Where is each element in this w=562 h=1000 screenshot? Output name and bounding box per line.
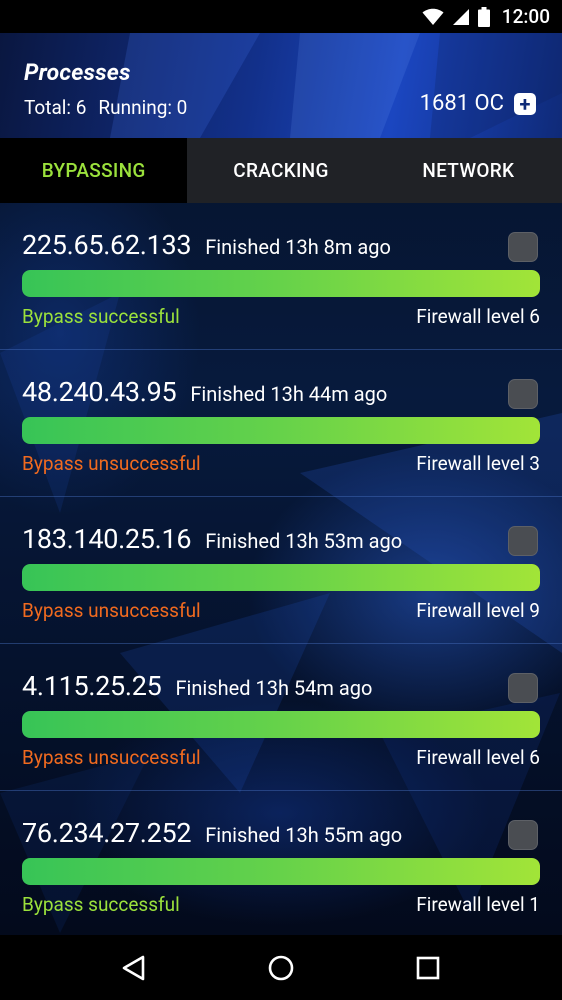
balance-value: 1681 OC bbox=[419, 91, 504, 116]
finished-time: Finished 13h 44m ago bbox=[190, 382, 388, 406]
app-content: Processes Total: 6 Running: 0 1681 OC + B… bbox=[0, 33, 562, 935]
status-bar: 12:00 bbox=[0, 0, 562, 33]
firewall-level: Firewall level 6 bbox=[416, 746, 540, 769]
row-header: 225.65.62.133 Finished 13h 8m ago bbox=[22, 229, 540, 263]
progress-bar bbox=[22, 270, 540, 297]
row-header: 4.115.25.25 Finished 13h 54m ago bbox=[22, 670, 540, 704]
tab-network[interactable]: NETWORK bbox=[375, 138, 562, 203]
progress-bar bbox=[22, 417, 540, 444]
progress-bar bbox=[22, 858, 540, 885]
plus-square-icon[interactable]: + bbox=[514, 92, 536, 115]
wifi-icon bbox=[422, 8, 444, 26]
finished-time: Finished 13h 53m ago bbox=[205, 529, 403, 553]
select-checkbox[interactable] bbox=[508, 526, 538, 556]
row-header: 76.234.27.252 Finished 13h 55m ago bbox=[22, 817, 540, 851]
bypass-status: Bypass unsuccessful bbox=[22, 452, 201, 475]
process-list: 225.65.62.133 Finished 13h 8m ago Bypass… bbox=[0, 203, 562, 935]
progress-fill bbox=[22, 858, 540, 885]
page-title: Processes bbox=[24, 59, 131, 86]
tab-cracking[interactable]: CRACKING bbox=[187, 138, 374, 203]
running-count: Running: 0 bbox=[98, 96, 188, 119]
total-count: Total: 6 bbox=[24, 96, 87, 119]
firewall-level: Firewall level 1 bbox=[416, 893, 540, 916]
ip-address: 48.240.43.95 bbox=[22, 376, 177, 408]
ip-address: 76.234.27.252 bbox=[22, 817, 192, 849]
row-header: 48.240.43.95 Finished 13h 44m ago bbox=[22, 376, 540, 410]
bypass-status: Bypass successful bbox=[22, 893, 180, 916]
finished-time: Finished 13h 8m ago bbox=[205, 235, 391, 259]
process-counts: Total: 6 Running: 0 bbox=[24, 96, 199, 119]
home-icon[interactable] bbox=[257, 944, 305, 992]
ip-address: 183.140.25.16 bbox=[22, 523, 192, 555]
ip-address: 4.115.25.25 bbox=[22, 670, 162, 702]
recents-icon[interactable] bbox=[404, 944, 452, 992]
balance: 1681 OC + bbox=[420, 91, 536, 116]
firewall-level: Firewall level 6 bbox=[416, 305, 540, 328]
tab-bar: BYPASSING CRACKING NETWORK bbox=[0, 138, 562, 203]
select-checkbox[interactable] bbox=[508, 820, 538, 850]
finished-time: Finished 13h 54m ago bbox=[175, 676, 373, 700]
firewall-level: Firewall level 3 bbox=[416, 452, 540, 475]
progress-bar bbox=[22, 564, 540, 591]
back-icon[interactable] bbox=[110, 944, 158, 992]
battery-icon bbox=[477, 6, 490, 27]
app-header: Processes Total: 6 Running: 0 1681 OC + bbox=[0, 33, 562, 138]
bypass-status: Bypass successful bbox=[22, 305, 180, 328]
progress-bar bbox=[22, 711, 540, 738]
select-checkbox[interactable] bbox=[508, 379, 538, 409]
progress-fill bbox=[22, 711, 540, 738]
system-nav-bar bbox=[0, 935, 562, 1000]
bypass-status: Bypass unsuccessful bbox=[22, 746, 201, 769]
finished-time: Finished 13h 55m ago bbox=[205, 823, 403, 847]
list-item[interactable]: 225.65.62.133 Finished 13h 8m ago Bypass… bbox=[0, 203, 562, 350]
list-item[interactable]: 4.115.25.25 Finished 13h 54m ago Bypass … bbox=[0, 644, 562, 791]
progress-fill bbox=[22, 564, 540, 591]
cell-signal-icon bbox=[452, 8, 470, 26]
progress-fill bbox=[22, 417, 540, 444]
list-item[interactable]: 48.240.43.95 Finished 13h 44m ago Bypass… bbox=[0, 350, 562, 497]
select-checkbox[interactable] bbox=[508, 232, 538, 262]
tab-bypassing[interactable]: BYPASSING bbox=[0, 138, 188, 203]
bypass-status: Bypass unsuccessful bbox=[22, 599, 201, 622]
clock: 12:00 bbox=[501, 5, 550, 28]
firewall-level: Firewall level 9 bbox=[416, 599, 540, 622]
list-item[interactable]: 183.140.25.16 Finished 13h 53m ago Bypas… bbox=[0, 497, 562, 644]
progress-fill bbox=[22, 270, 540, 297]
row-header: 183.140.25.16 Finished 13h 53m ago bbox=[22, 523, 540, 557]
select-checkbox[interactable] bbox=[508, 673, 538, 703]
list-item[interactable]: 76.234.27.252 Finished 13h 55m ago Bypas… bbox=[0, 791, 562, 935]
ip-address: 225.65.62.133 bbox=[22, 229, 192, 261]
